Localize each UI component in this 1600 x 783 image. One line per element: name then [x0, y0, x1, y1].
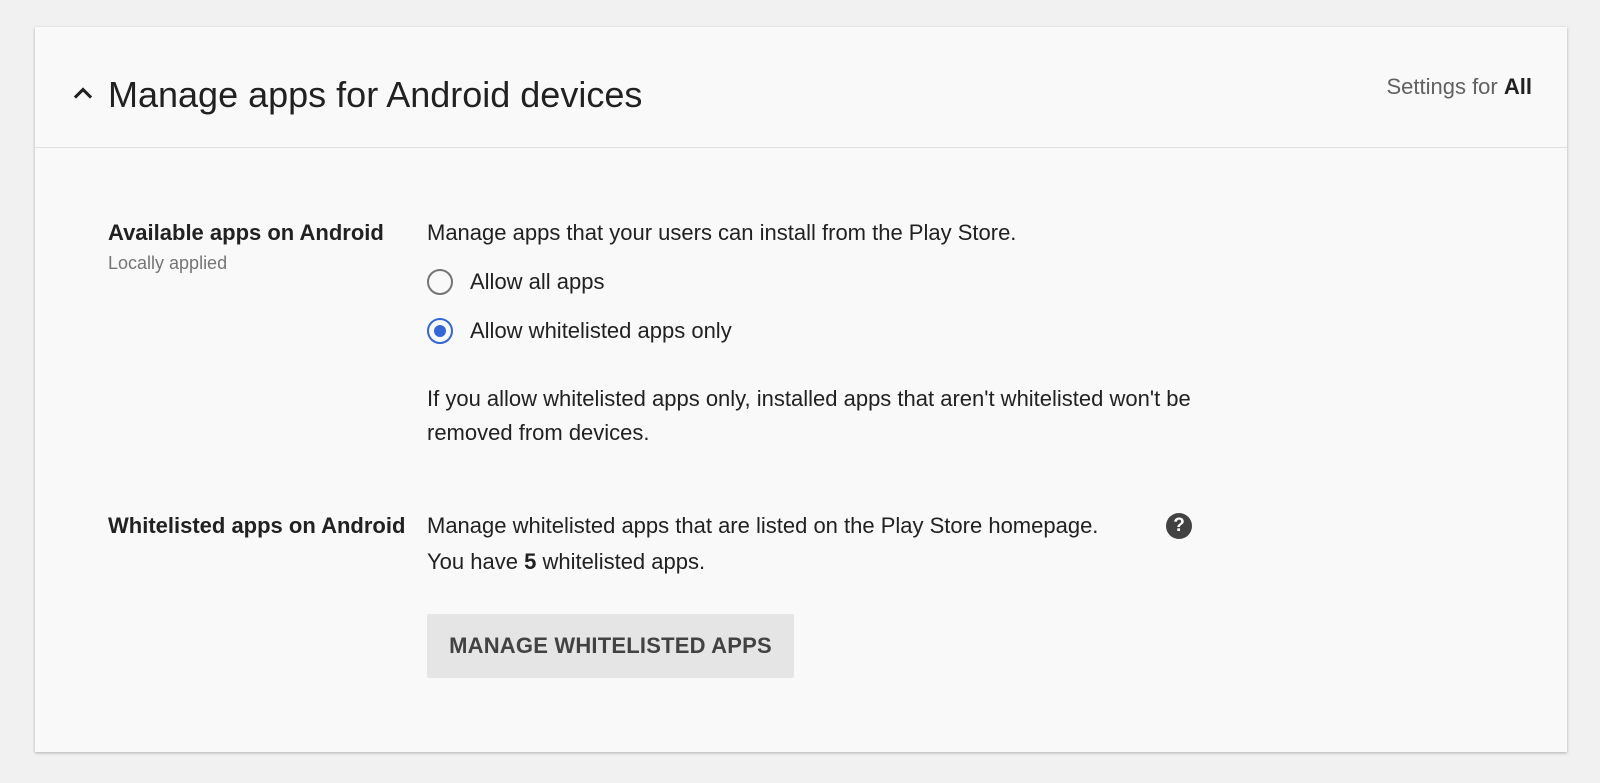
count-suffix: whitelisted apps.: [542, 549, 706, 574]
available-apps-label: Available apps on Android: [108, 220, 384, 245]
settings-scope-value: All: [1503, 74, 1532, 99]
whitelist-note-line2: removed from devices.: [427, 420, 650, 445]
whitelisted-apps-description: Manage whitelisted apps that are listed …: [427, 513, 1099, 538]
radio-allow-whitelisted-only[interactable]: Allow whitelisted apps only: [427, 314, 732, 348]
available-apps-description: Manage apps that your users can install …: [427, 220, 1017, 245]
radio-button[interactable]: [427, 269, 453, 295]
settings-card: Manage apps for Android devices Settings…: [35, 27, 1567, 752]
page-title: Manage apps for Android devices: [108, 74, 643, 115]
whitelisted-count-text: You have 5 whitelisted apps.: [427, 547, 705, 577]
manage-whitelisted-apps-button[interactable]: MANAGE WHITELISTED APPS: [427, 614, 794, 678]
card-header: Manage apps for Android devices Settings…: [35, 27, 1567, 148]
whitelist-note-line1: If you allow whitelisted apps only, inst…: [427, 386, 1191, 411]
radio-allow-all-apps[interactable]: Allow all apps: [427, 265, 605, 299]
count-prefix: You have: [427, 549, 518, 574]
settings-scope: Settings for All: [1386, 74, 1532, 100]
radio-label: Allow whitelisted apps only: [470, 318, 732, 343]
help-icon[interactable]: ?: [1166, 513, 1192, 539]
settings-for-label: Settings for: [1386, 74, 1498, 99]
whitelisted-count: 5: [524, 549, 537, 574]
chevron-up-icon[interactable]: [69, 79, 97, 107]
radio-label: Allow all apps: [470, 269, 605, 294]
radio-button-checked[interactable]: [427, 318, 453, 344]
whitelisted-apps-label: Whitelisted apps on Android: [108, 513, 406, 538]
locally-applied-label: Locally applied: [108, 253, 228, 273]
